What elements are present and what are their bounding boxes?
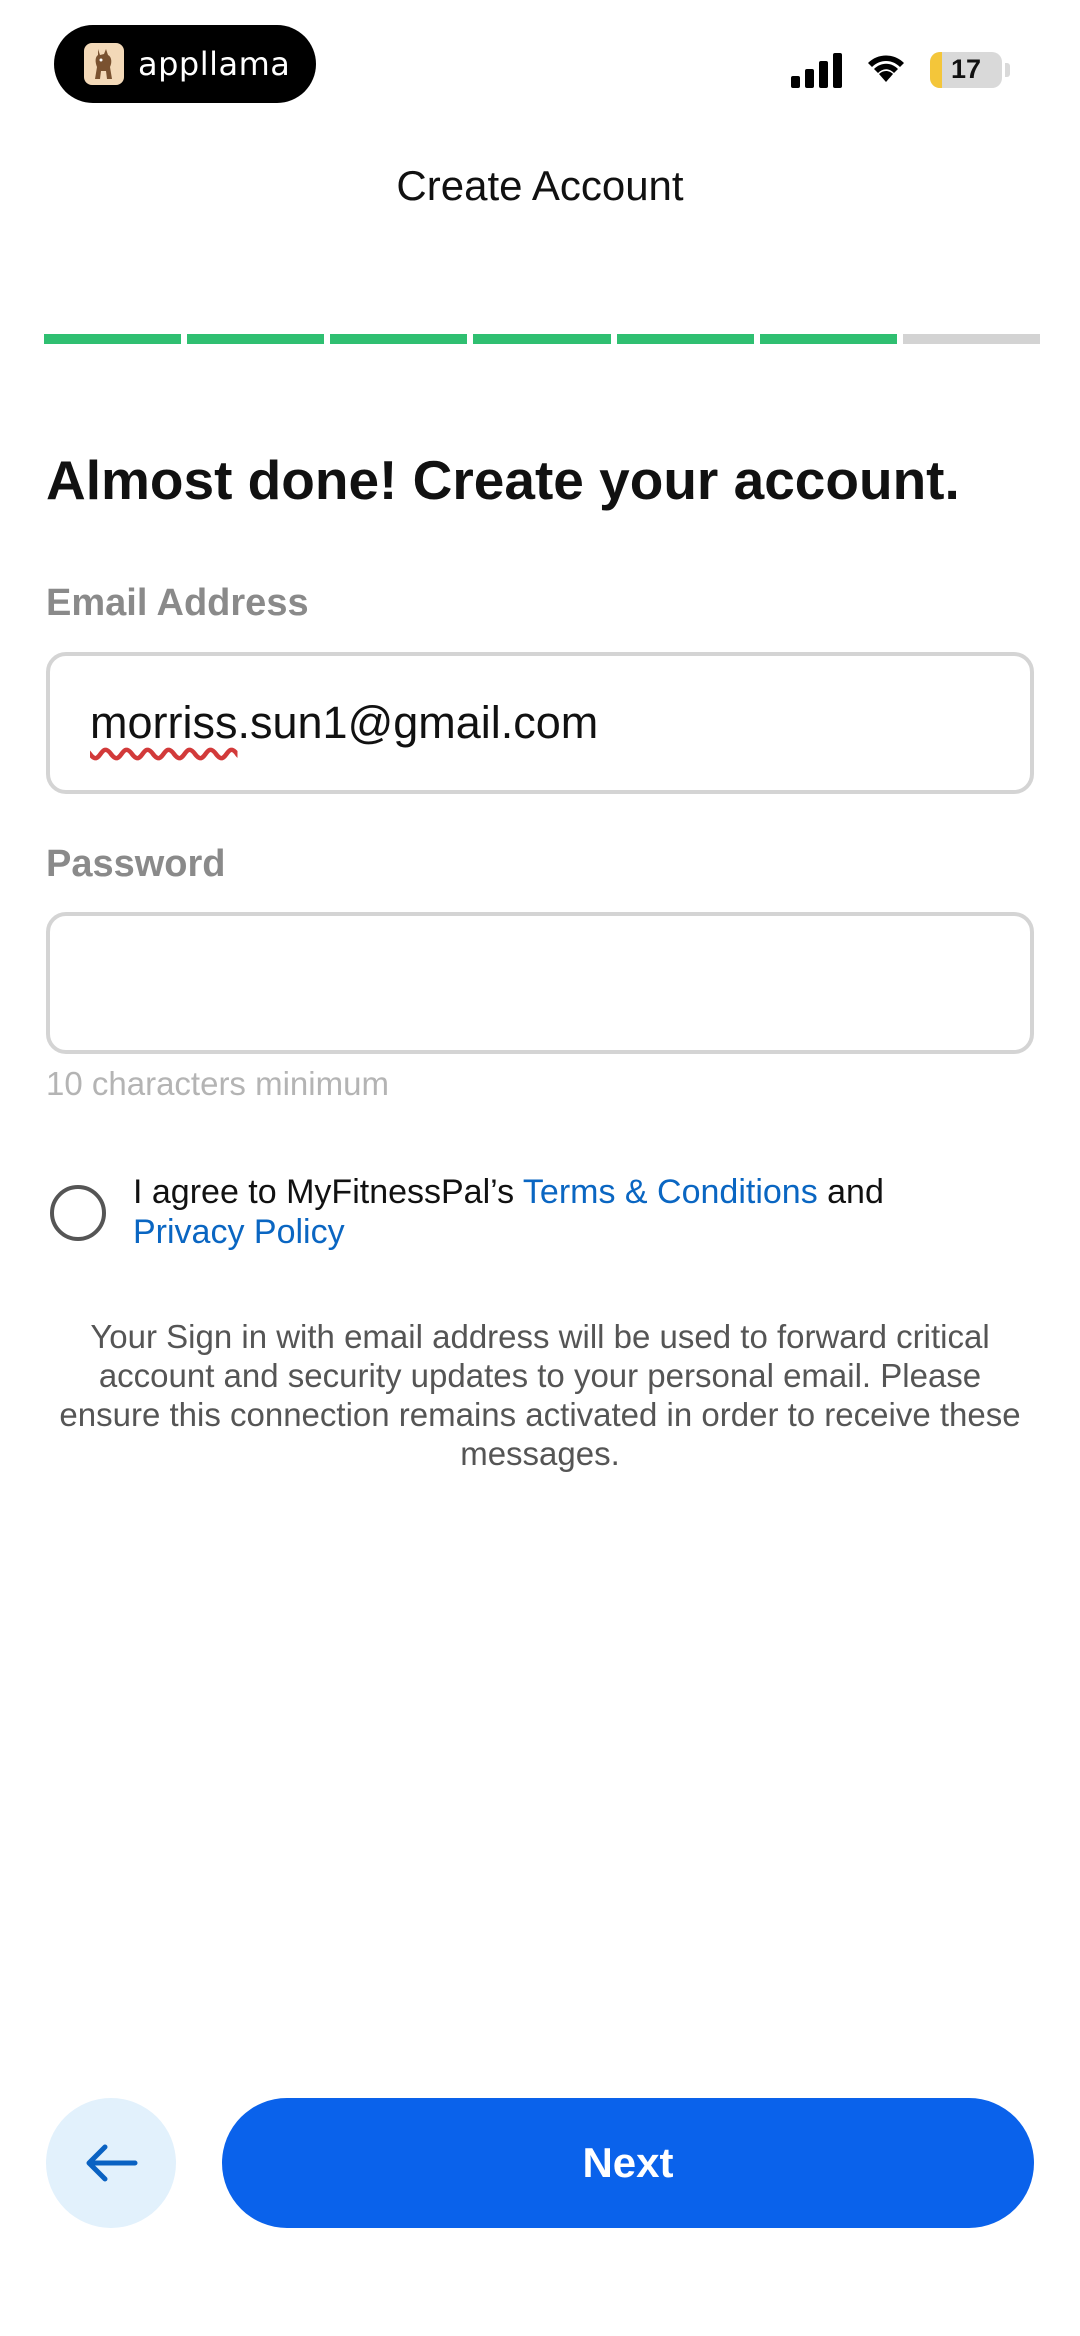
password-helper-text: 10 characters minimum	[46, 1065, 389, 1102]
agree-terms-checkbox[interactable]	[50, 1185, 106, 1241]
signup-progress-bar	[44, 334, 1040, 344]
brand-badge: appllama	[54, 25, 316, 103]
agreement-text: I agree to MyFitnessPal’s Terms & Condit…	[133, 1172, 993, 1252]
agreement-text-middle: and	[817, 1173, 884, 1211]
brand-name: appllama	[138, 45, 291, 83]
back-button[interactable]	[46, 2098, 176, 2228]
progress-step-complete	[187, 334, 325, 344]
next-button[interactable]: Next	[222, 2098, 1034, 2228]
progress-step-complete	[330, 334, 468, 344]
privacy-policy-link[interactable]: Privacy Policy	[133, 1213, 345, 1251]
progress-step-complete	[44, 334, 182, 344]
page-title: Create Account	[396, 162, 684, 209]
llama-logo-icon	[84, 43, 124, 85]
email-label: Email Address	[46, 582, 309, 624]
progress-step-complete	[616, 334, 754, 344]
battery-percentage: 17	[950, 54, 982, 84]
arrow-left-icon	[86, 2144, 138, 2182]
progress-step-complete	[473, 334, 611, 344]
email-field[interactable]: morriss.sun1@gmail.com	[46, 652, 1034, 794]
form-heading: Almost done! Create your account.	[46, 449, 960, 511]
password-label: Password	[46, 843, 226, 885]
email-info-text: Your Sign in with email address will be …	[59, 1318, 1021, 1472]
email-value-misspelled: morriss	[90, 697, 238, 748]
status-icons: 17	[791, 50, 1010, 89]
agreement-text-before: I agree to MyFitnessPal’s	[133, 1173, 523, 1211]
cellular-signal-icon	[791, 52, 842, 88]
email-value-rest: .sun1@gmail.com	[237, 697, 599, 748]
password-field[interactable]	[46, 912, 1034, 1054]
battery-icon: 17	[930, 51, 1002, 88]
terms-conditions-link[interactable]: Terms & Conditions	[523, 1173, 818, 1211]
wifi-icon	[864, 50, 908, 89]
status-bar: appllama 17	[0, 0, 1080, 140]
progress-step-complete	[759, 334, 897, 344]
email-value: morriss.sun1@gmail.com	[90, 697, 598, 749]
battery-cap	[1005, 62, 1010, 77]
battery-level-fill	[930, 51, 943, 88]
progress-step-pending	[902, 334, 1040, 344]
